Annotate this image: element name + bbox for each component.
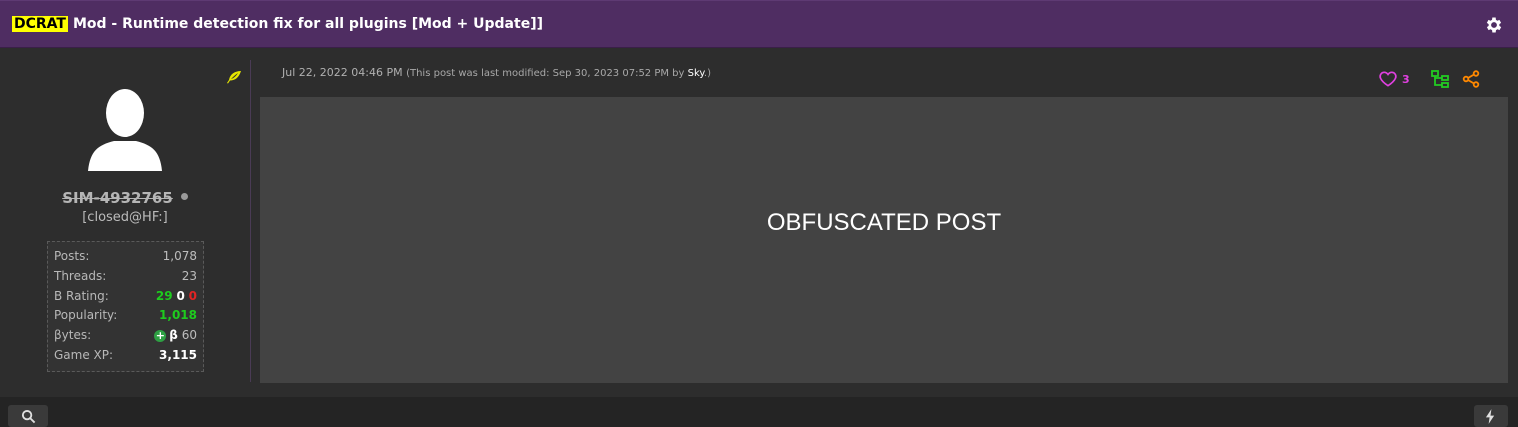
quick-action-button[interactable] bbox=[1474, 405, 1508, 427]
search-button[interactable] bbox=[8, 405, 48, 427]
thread-prefix-tag[interactable]: DCRAT bbox=[12, 16, 68, 32]
username[interactable]: SIM-4932765 bbox=[0, 189, 250, 207]
stat-posts: Posts: 1,078 bbox=[54, 247, 197, 267]
edit-note-suffix: .) bbox=[703, 68, 712, 79]
thread-header: DCRAT Mod - Runtime detection fix for al… bbox=[0, 0, 1518, 48]
plus-icon[interactable]: + bbox=[154, 329, 167, 342]
edit-note-prefix: (This post was last modified: Sep 30, 20… bbox=[406, 68, 685, 79]
feather-icon bbox=[227, 71, 241, 84]
stat-bytes: βytes: + β 60 bbox=[54, 326, 197, 346]
post-actions: 3 bbox=[1378, 68, 1480, 90]
gear-icon[interactable] bbox=[1484, 15, 1504, 35]
like-count[interactable]: 3 bbox=[1402, 73, 1410, 86]
post-meta: Jul 22, 2022 04:46 PM (This post was las… bbox=[282, 66, 711, 79]
beta-symbol: β bbox=[169, 328, 178, 343]
bottom-toolbar bbox=[0, 397, 1518, 427]
stat-b-rating: B Rating: 29 0 0 bbox=[54, 287, 197, 307]
stat-label: βytes: bbox=[54, 328, 92, 343]
stat-value[interactable]: 3,115 bbox=[159, 346, 197, 366]
bolt-icon bbox=[1485, 409, 1495, 424]
status-dot-icon bbox=[180, 193, 188, 200]
post: SIM-4932765 [closed@HF:] Posts: 1,078 Th… bbox=[0, 48, 1518, 397]
stat-label: B Rating: bbox=[54, 288, 109, 303]
tree-icon[interactable] bbox=[1430, 69, 1450, 89]
share-icon[interactable] bbox=[1462, 70, 1480, 88]
avatar[interactable] bbox=[86, 89, 164, 171]
heart-icon[interactable] bbox=[1378, 69, 1398, 89]
stat-threads: Threads: 23 bbox=[54, 267, 197, 287]
rating-neutral[interactable]: 0 bbox=[176, 289, 184, 303]
post-body: OBFUSCATED POST bbox=[260, 97, 1508, 383]
post-date[interactable]: Jul 22, 2022 04:46 PM bbox=[282, 66, 403, 79]
editor-name[interactable]: Sky bbox=[688, 68, 704, 79]
stat-value: 60 bbox=[181, 328, 197, 343]
stat-label: Threads: bbox=[54, 268, 107, 283]
rating-negative[interactable]: 0 bbox=[189, 289, 197, 303]
author-panel: SIM-4932765 [closed@HF:] Posts: 1,078 Th… bbox=[0, 48, 250, 397]
column-divider bbox=[250, 60, 251, 382]
stat-value[interactable]: 1,018 bbox=[159, 306, 197, 326]
stat-label: Popularity: bbox=[54, 308, 118, 323]
user-stats: Posts: 1,078 Threads: 23 B Rating: 29 0 … bbox=[47, 241, 204, 372]
search-icon bbox=[21, 409, 36, 424]
thread-title: Mod - Runtime detection fix for all plug… bbox=[72, 16, 543, 32]
stat-value[interactable]: 1,078 bbox=[163, 247, 197, 267]
username-text[interactable]: SIM-4932765 bbox=[62, 189, 173, 207]
stat-label: Posts: bbox=[54, 249, 90, 263]
stat-label: Game XP: bbox=[54, 347, 114, 362]
post-body-text: OBFUSCATED POST bbox=[766, 209, 1002, 236]
stat-popularity: Popularity: 1,018 bbox=[54, 306, 197, 326]
stat-game-xp: Game XP: 3,115 bbox=[54, 346, 197, 366]
user-title: [closed@HF:] bbox=[82, 210, 168, 225]
rating-positive[interactable]: 29 bbox=[156, 289, 173, 303]
stat-value[interactable]: 23 bbox=[182, 267, 197, 287]
edit-note: (This post was last modified: Sep 30, 20… bbox=[406, 68, 711, 79]
